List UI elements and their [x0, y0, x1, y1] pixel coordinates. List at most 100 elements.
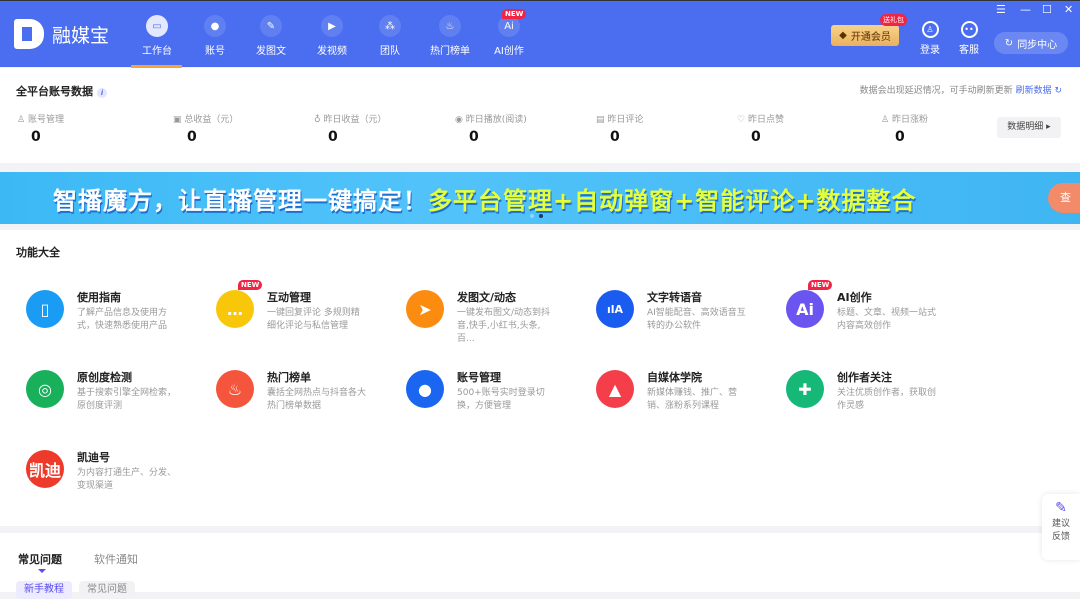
nav-ai[interactable]: Ai AI创作 NEW: [481, 1, 537, 68]
refresh-icon: ↻: [1004, 37, 1014, 49]
promo-banner[interactable]: 智播魔方，让直播管理一键搞定！多平台管理+自动弹窗+智能评论+数据整合 查: [0, 172, 1080, 224]
refresh-data-link[interactable]: 刷新数据: [1016, 86, 1052, 96]
logo-icon: [14, 19, 44, 49]
feature-title: 使用指南: [77, 291, 121, 304]
banner-view-button[interactable]: 查: [1048, 183, 1080, 213]
diamond-icon: ◆: [839, 30, 847, 41]
stat-value: 0: [31, 129, 41, 145]
feature-desc: 一键回复评论 多规则精细化评论与私信管理: [267, 308, 360, 331]
feedback-button[interactable]: ✎ 建议 反馈: [1042, 494, 1080, 560]
feature-item[interactable]: 凯迪 凯迪号为内容打通生产、分发、变现渠道: [26, 450, 206, 510]
feature-desc: 标题、文章、视频一站式内容高效创作: [837, 308, 937, 331]
login-icon: ♙: [921, 21, 939, 38]
feature-item[interactable]: … NEW 互动管理一键回复评论 多规则精细化评论与私信管理: [216, 280, 396, 350]
feature-item[interactable]: ▲ 自媒体学院 新媒体赚钱、推广、营销、涨粉系列课程: [596, 370, 776, 430]
vip-label: 开通会员: [850, 32, 891, 43]
stat-item: ◉ 昨日播放(阅读) 0: [455, 112, 527, 145]
info-icon[interactable]: i: [97, 88, 107, 98]
fire-icon: ♨: [439, 15, 461, 37]
close-icon[interactable]: ✕: [1064, 3, 1073, 16]
stat-value: 0: [610, 129, 620, 145]
stats-note: 数据会出现延迟情况，可手动刷新更新 刷新数据 ↻: [860, 83, 1062, 96]
feature-title: 凯迪号: [77, 451, 110, 464]
chip-common-questions[interactable]: 常见问题: [79, 581, 135, 599]
feature-desc: 为内容打通生产、分发、变现渠道: [77, 468, 177, 491]
user-icon: ●: [204, 15, 226, 37]
new-badge: NEW: [238, 280, 263, 290]
wallet-icon: ▣: [173, 115, 182, 125]
feature-item[interactable]: ✚ 创作者关注 关注优质创作者，获取创作灵感: [786, 370, 966, 430]
stat-value: 0: [469, 129, 479, 145]
app-name: 融媒宝: [52, 24, 110, 47]
login-button[interactable]: ♙ 登录: [915, 21, 945, 56]
nav-feather[interactable]: ✎ 发图文: [243, 1, 299, 68]
maximize-icon[interactable]: ☐: [1042, 3, 1052, 16]
thumbs-up-icon: ♡: [737, 115, 746, 125]
minimize-icon[interactable]: —: [1020, 3, 1031, 16]
moneybag-icon: ♁: [314, 115, 321, 125]
top-header: 融媒宝 ▭ 工作台 ● 账号 ✎ 发图文 ▶ 发视频 ⁂ 团队 ♨ 热门榜单 Ai AI创作 NEW ◆ 开通…: [0, 0, 1080, 68]
stat-label: 昨日涨粉: [891, 115, 928, 125]
stat-item: ▣ 总收益（元） 0: [173, 112, 238, 145]
monitor-icon: ▭: [146, 15, 168, 37]
headset-icon: ••: [960, 21, 978, 38]
nav-label: 团队: [380, 46, 400, 57]
feature-desc: AI智能配音、高效语音互转的办公软件: [647, 308, 746, 331]
feature-desc: 囊括全网热点与抖音各大热门榜单数据: [267, 388, 367, 411]
features-title: 功能大全: [16, 246, 60, 259]
feature-item[interactable]: ♨ 热门榜单 囊括全网热点与抖音各大热门榜单数据: [216, 370, 396, 430]
tab-faq[interactable]: 常见问题: [18, 551, 62, 573]
nav-user[interactable]: ● 账号: [187, 1, 243, 68]
stat-item: ♡ 昨日点赞 0: [737, 112, 784, 145]
stat-item: ♙ 账号管理 0: [17, 112, 64, 145]
graduation-cap-icon: ▲: [596, 370, 634, 408]
new-badge: NEW: [808, 280, 833, 290]
nav-monitor[interactable]: ▭ 工作台: [129, 1, 185, 68]
feature-item[interactable]: ılA 文字转语音 AI智能配音、高效语音互转的办公软件: [596, 290, 776, 350]
refresh-icon[interactable]: ↻: [1054, 86, 1062, 96]
feature-item[interactable]: Ai NEW AI创作 标题、文章、视频一站式内容高效创作: [786, 280, 966, 350]
nav-label: 发视频: [317, 46, 347, 57]
stat-value: 0: [895, 129, 905, 145]
sync-center-button[interactable]: ↻ 同步中心: [994, 32, 1068, 54]
service-button[interactable]: •• 客服: [954, 21, 984, 56]
feature-title: 互动管理: [267, 291, 311, 304]
nav-label: 工作台: [142, 46, 172, 57]
play-icon: ▶: [321, 15, 343, 37]
feature-item[interactable]: ▯ 使用指南了解产品信息及使用方式，快速熟悉使用产品: [26, 290, 206, 350]
feature-item[interactable]: ● 账号管理 500+账号实时登录切换，方便管理: [406, 370, 586, 430]
nav-fire[interactable]: ♨ 热门榜单: [422, 1, 478, 68]
data-detail-button[interactable]: 数据明细 ▸: [997, 117, 1061, 138]
chip-beginner-tutorial[interactable]: 新手教程: [16, 581, 72, 599]
vip-button[interactable]: ◆ 开通会员: [831, 25, 899, 46]
stat-value: 0: [751, 129, 761, 145]
stat-label: 昨日点赞: [747, 115, 784, 125]
fire-icon: ♨: [216, 370, 254, 408]
nav-team[interactable]: ⁂ 团队: [362, 1, 418, 68]
kaidi-logo-icon: 凯迪: [26, 450, 64, 488]
feature-desc: 基于搜索引擎全网检索，原创度评测: [77, 388, 177, 411]
feature-title: 账号管理: [457, 371, 501, 384]
user-icon: ●: [406, 370, 444, 408]
app-logo: 融媒宝: [14, 19, 109, 49]
comment-icon: ▤: [596, 115, 605, 125]
carousel-dot[interactable]: [530, 214, 534, 218]
feature-title: 文字转语音: [647, 291, 702, 304]
feature-item[interactable]: ◎ 原创度检测 基于搜索引擎全网检索，原创度评测: [26, 370, 206, 430]
carousel-dot-active[interactable]: [539, 214, 543, 218]
chat-icon: …: [216, 290, 254, 328]
stat-label: 昨日播放(阅读): [465, 115, 527, 125]
feature-item[interactable]: ➤ 发图文/动态 一键发布图文/动态到抖音,快手,小红书,头条,百...: [406, 290, 586, 350]
feature-desc: 了解产品信息及使用方式，快速熟悉使用产品: [77, 308, 168, 331]
nav-play[interactable]: ▶ 发视频: [304, 1, 360, 68]
stat-label: 总收益（元）: [184, 115, 239, 125]
stat-label: 昨日收益（元）: [323, 115, 387, 125]
feature-title: 创作者关注: [837, 371, 892, 384]
stats-panel: 全平台账号数据 i 数据会出现延迟情况，可手动刷新更新 刷新数据 ↻ ♙ 账号管理…: [0, 68, 1080, 163]
banner-headline: 智播魔方，让直播管理一键搞定！: [53, 187, 428, 215]
menu-icon[interactable]: ☰: [996, 3, 1006, 16]
voice-icon: ılA: [596, 290, 634, 328]
service-label: 客服: [959, 45, 979, 56]
tab-software-notice[interactable]: 软件通知: [94, 551, 138, 567]
book-icon: ▯: [26, 290, 64, 328]
